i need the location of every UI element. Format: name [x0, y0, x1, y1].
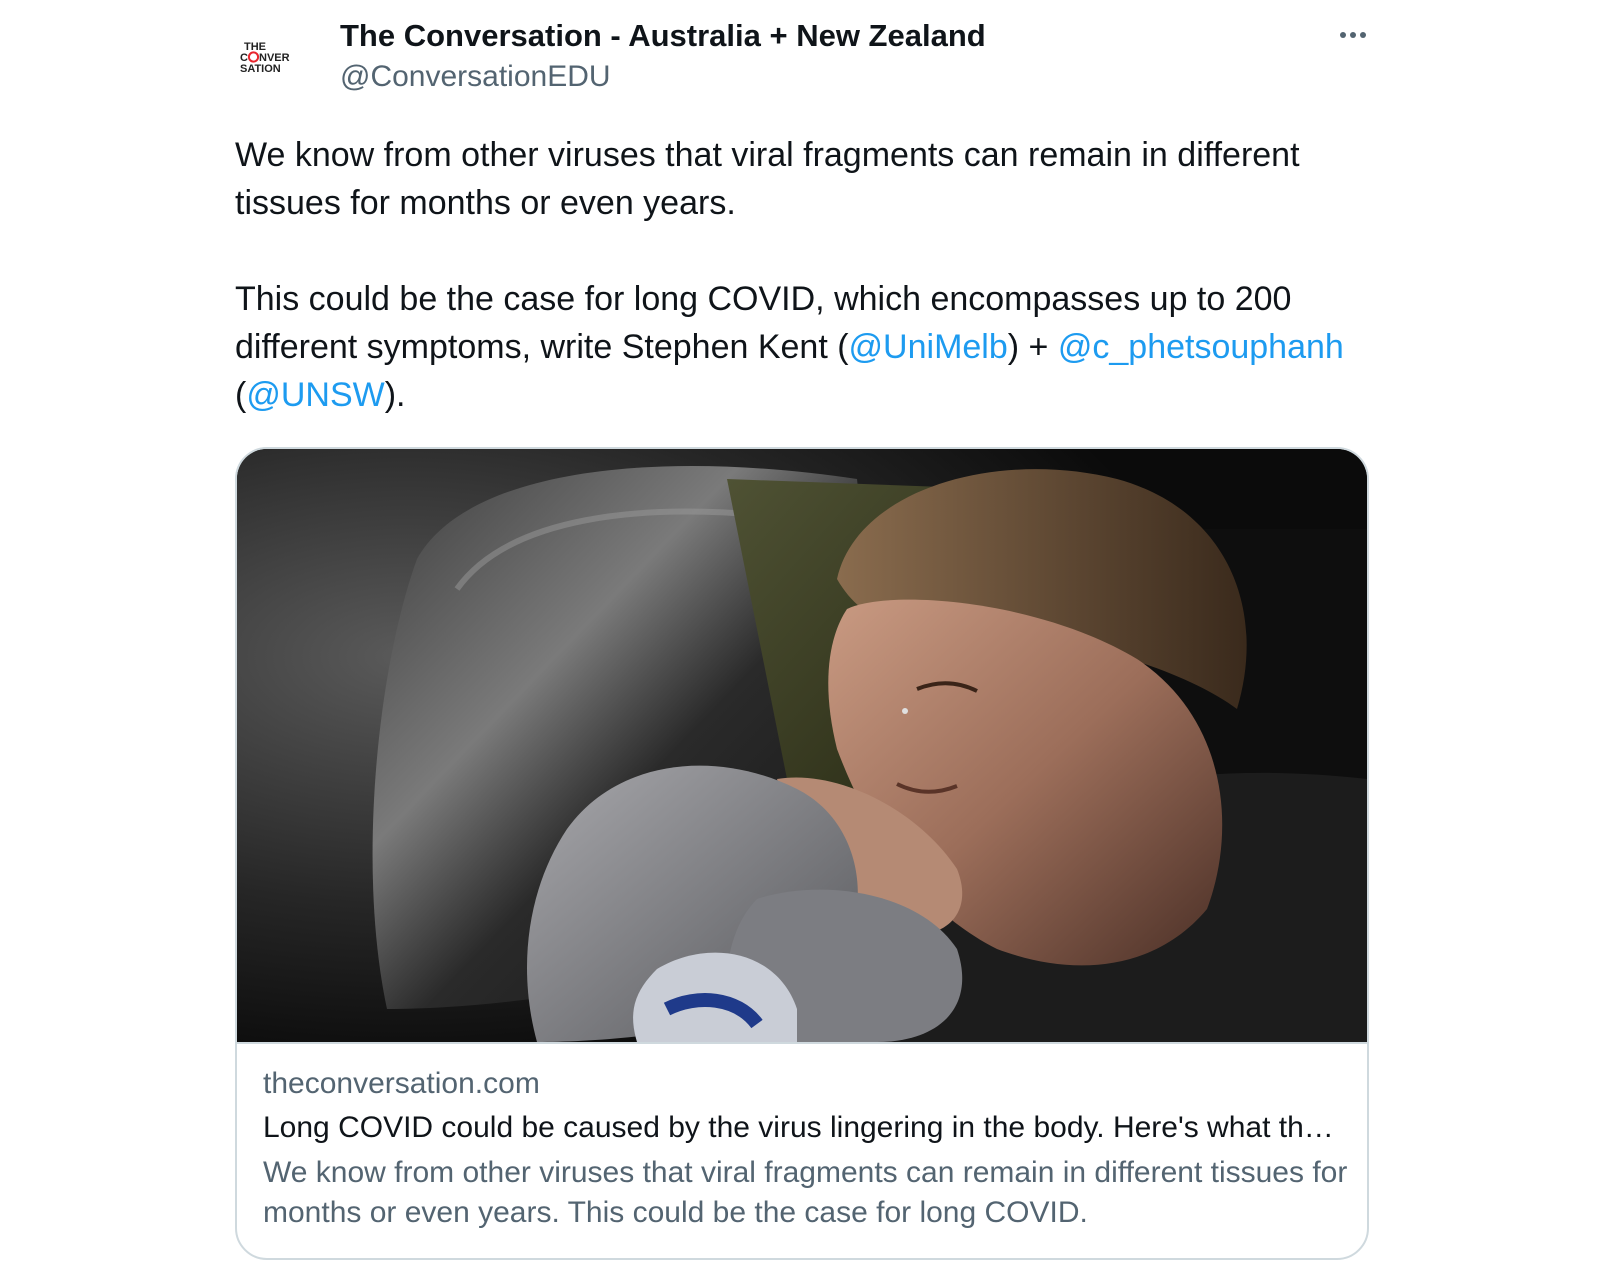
card-domain: theconversation.com — [263, 1067, 540, 1100]
svg-text:SATION: SATION — [240, 63, 281, 75]
tweet-paragraph-1: We know from other viruses that viral fr… — [235, 136, 1300, 222]
author-name[interactable]: The Conversation - Australia + New Zeala… — [340, 18, 986, 54]
more-horizontal-icon — [1340, 32, 1366, 38]
tweet-text-segment: ( — [235, 376, 247, 414]
tweet-text-segment: ). — [384, 376, 406, 414]
card-divider — [237, 1042, 1367, 1044]
mention-link-unsw[interactable]: @UNSW — [246, 376, 384, 414]
mention-link-c-phetsouphanh[interactable]: @c_phetsouphanh — [1058, 328, 1344, 366]
tweet-paragraph-2: This could be the case for long COVID, w… — [235, 275, 1365, 419]
link-preview-card[interactable]: theconversation.com Long COVID could be … — [235, 447, 1369, 1260]
woman-resting-on-couch-photo — [237, 449, 1367, 1042]
card-description: We know from other viruses that viral fr… — [263, 1156, 1348, 1229]
author-handle[interactable]: @ConversationEDU — [340, 60, 611, 94]
card-title[interactable]: Long COVID could be caused by the virus … — [263, 1111, 1343, 1145]
tweet: THE C NVER SATION The Conversation - Aus… — [0, 0, 1602, 1270]
tweet-text: We know from other viruses that viral fr… — [235, 131, 1365, 419]
author-avatar[interactable]: THE C NVER SATION — [222, 20, 316, 114]
card-image[interactable] — [237, 449, 1367, 1042]
more-options-button[interactable] — [1330, 18, 1376, 52]
mention-link-unimelb[interactable]: @UniMelb — [849, 328, 1008, 366]
conversation-logo-icon: THE C NVER SATION — [222, 20, 316, 114]
tweet-text-segment: ) + — [1007, 328, 1058, 366]
